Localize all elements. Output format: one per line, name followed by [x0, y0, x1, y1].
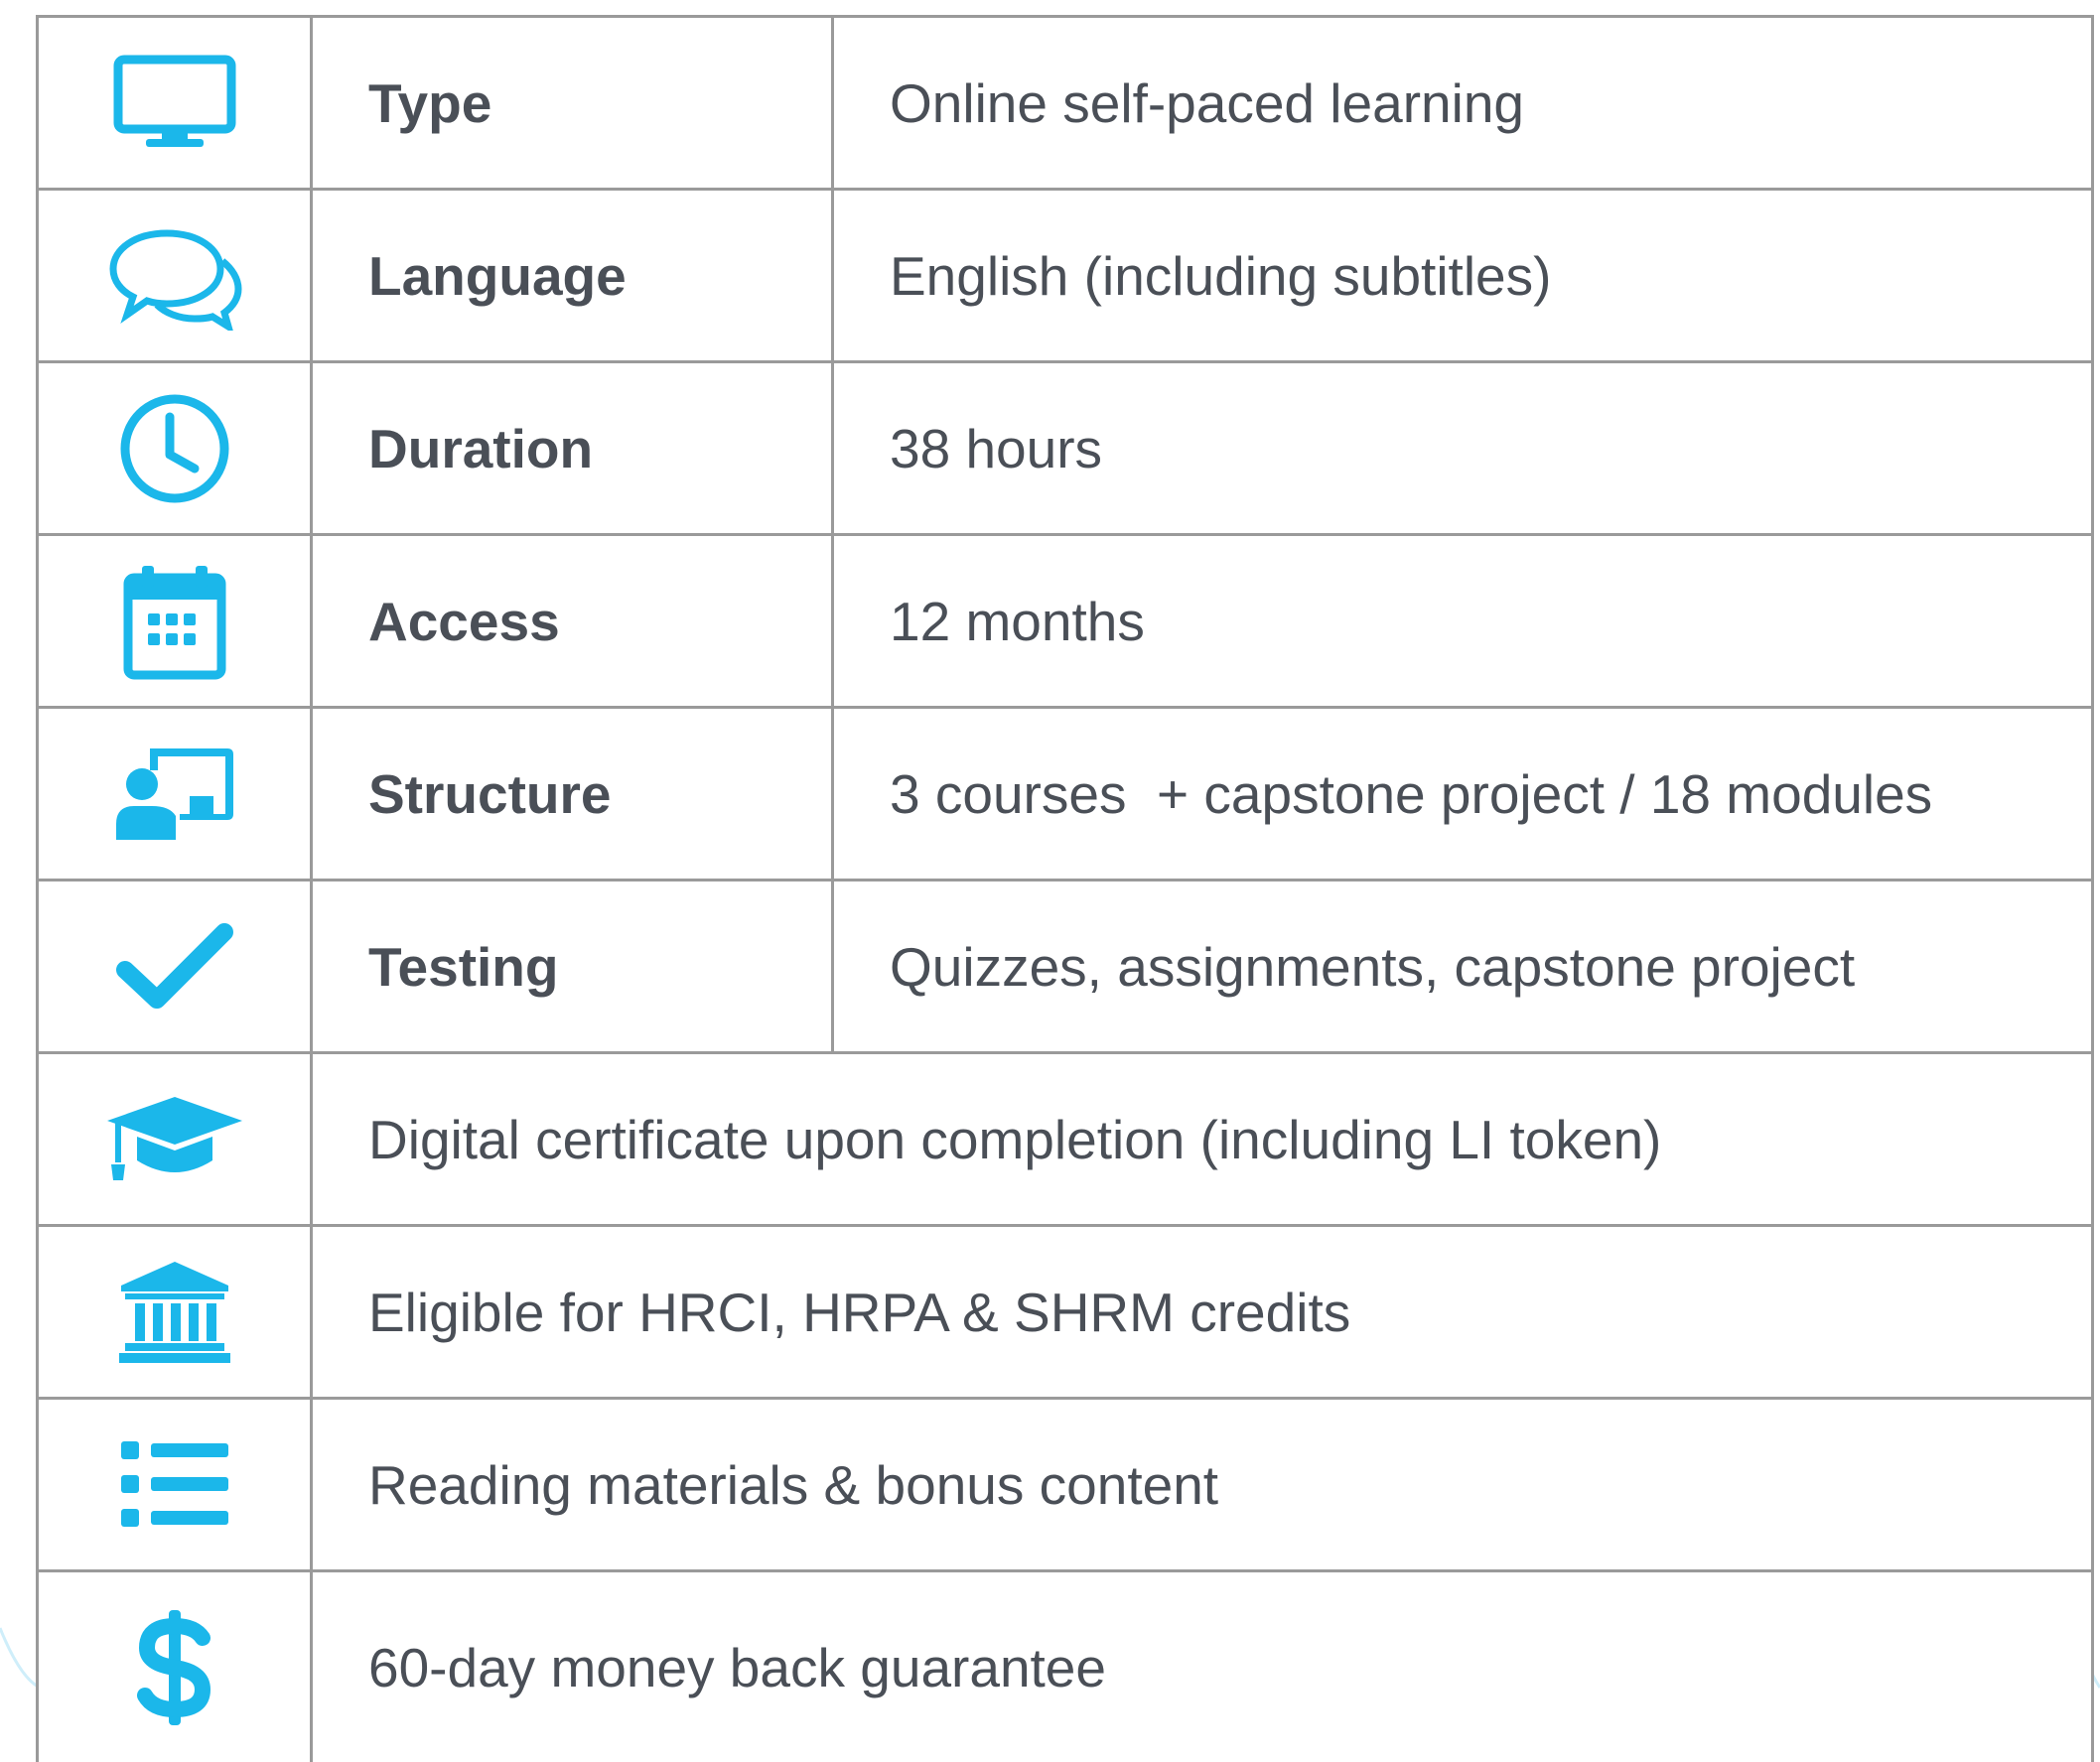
table-row-duration: Duration 38 hours: [39, 360, 2091, 533]
row-value: English (including subtitles): [890, 244, 1552, 307]
row-value: Quizzes, assignments, capstone project: [890, 935, 1856, 998]
table-row-reading: Reading materials & bonus content: [39, 1397, 2091, 1569]
row-value: 3 courses + capstone project / 18 module…: [890, 762, 1933, 825]
feature-text: Digital certificate upon completion (inc…: [368, 1108, 1662, 1170]
row-label: Duration: [313, 363, 834, 533]
graduation-cap-icon: [106, 1096, 242, 1180]
row-label: Structure: [313, 709, 834, 879]
monitor-icon: [113, 55, 235, 147]
row-label: Access: [313, 536, 834, 706]
row-value: 38 hours: [890, 417, 1103, 479]
row-label: Type: [313, 18, 834, 188]
table-row-structure: Structure 3 courses + capstone project /…: [39, 706, 2091, 879]
checkmark-icon: [115, 922, 233, 1009]
calendar-icon: [123, 565, 225, 679]
feature-text: Eligible for HRCI, HRPA & SHRM credits: [368, 1281, 1351, 1343]
feature-text: Reading materials & bonus content: [368, 1453, 1219, 1516]
table-row-type: Type Online self-paced learning: [39, 15, 2091, 188]
table-row-access: Access 12 months: [39, 533, 2091, 706]
feature-text: 60-day money back guarantee: [368, 1636, 1106, 1698]
row-value: 12 months: [890, 590, 1145, 652]
chat-bubbles-icon: [108, 228, 242, 331]
row-label: Language: [313, 191, 834, 360]
course-details-table: Type Online self-paced learning Language…: [36, 15, 2094, 1762]
table-row-certificate: Digital certificate upon completion (inc…: [39, 1051, 2091, 1224]
dollar-icon: [136, 1609, 210, 1725]
row-value: Online self-paced learning: [890, 71, 1524, 134]
list-icon: [120, 1440, 228, 1527]
row-label: Testing: [313, 881, 834, 1051]
table-row-guarantee: 60-day money back guarantee: [39, 1569, 2091, 1762]
presenter-board-icon: [115, 747, 233, 840]
table-row-language: Language English (including subtitles): [39, 188, 2091, 360]
table-row-testing: Testing Quizzes, assignments, capstone p…: [39, 879, 2091, 1051]
institution-icon: [118, 1261, 230, 1363]
table-row-credits: Eligible for HRCI, HRPA & SHRM credits: [39, 1224, 2091, 1397]
clock-icon: [120, 394, 228, 502]
